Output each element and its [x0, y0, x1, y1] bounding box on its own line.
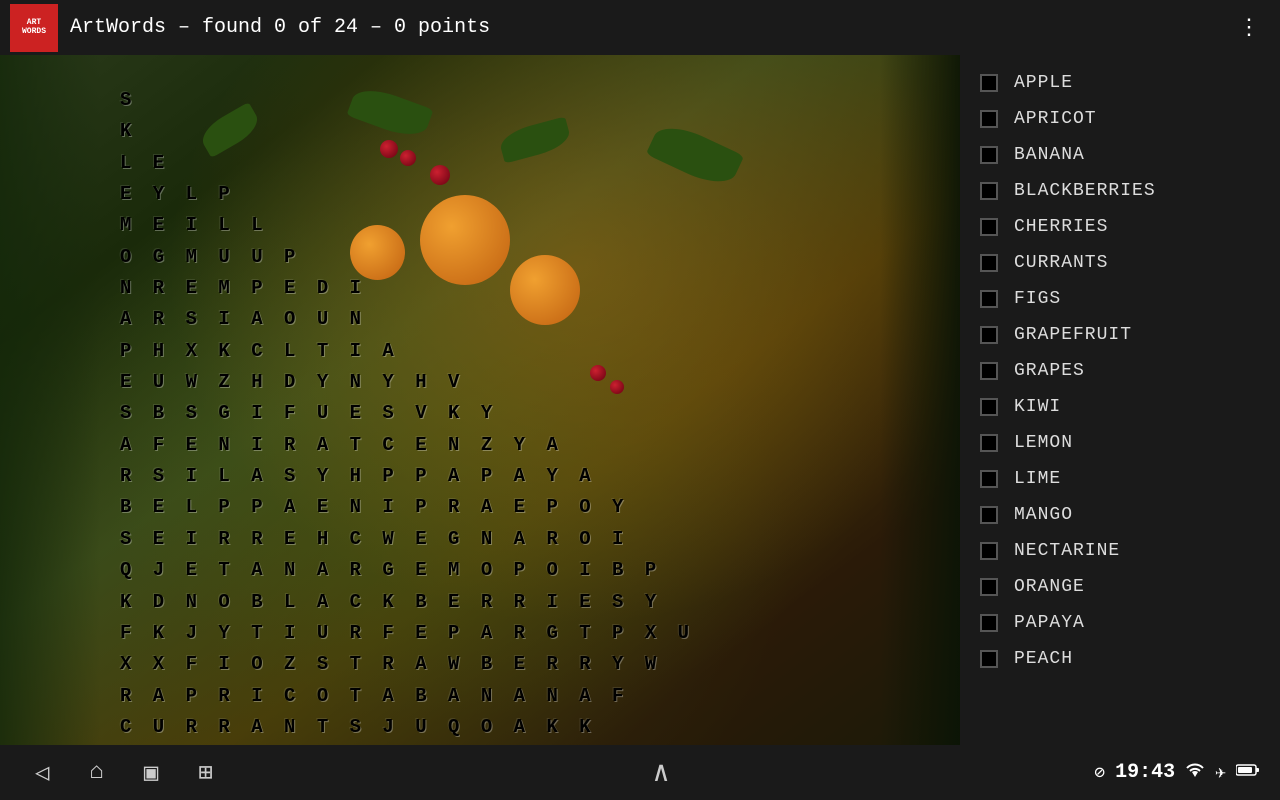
wordsearch-row[interactable]: Q J E T A N A R G E M O P O I B P	[120, 555, 694, 586]
wordsearch-row[interactable]: K	[120, 116, 694, 147]
grid-button[interactable]: ⊞	[183, 753, 227, 793]
game-area: SKL EE Y L PM E I L LO G M U U PN R E M …	[0, 55, 960, 770]
wordsearch-row[interactable]: E Y L P	[120, 179, 694, 210]
bottom-bar: ◁ ⌂ ▣ ⊞ ∧ ⊘ 19:43 ✈	[0, 745, 1280, 800]
word-item-nectarine[interactable]: NECTARINE	[960, 533, 1280, 569]
word-item-lemon[interactable]: LEMON	[960, 425, 1280, 461]
wordsearch-row[interactable]: E U W Z H D Y N Y H V	[120, 367, 694, 398]
app-logo: ARTWORDS	[10, 4, 58, 52]
wordsearch-row[interactable]: C U R R A N T S J U Q O A K K	[120, 712, 694, 743]
word-item-mango[interactable]: MANGO	[960, 497, 1280, 533]
word-item-grapes[interactable]: GRAPES	[960, 353, 1280, 389]
word-label-kiwi: KIWI	[1014, 397, 1061, 417]
status-bar-right: ⊘ 19:43 ✈	[1094, 761, 1260, 784]
word-label-figs: FIGS	[1014, 289, 1061, 309]
recents-button[interactable]: ▣	[129, 753, 173, 793]
wordsearch-row[interactable]: O G M U U P	[120, 242, 694, 273]
right-vine-decoration	[880, 55, 960, 770]
word-checkbox-currants[interactable]	[980, 254, 998, 272]
wordsearch-row[interactable]: A R S I A O U N	[120, 304, 694, 335]
word-checkbox-banana[interactable]	[980, 146, 998, 164]
word-checkbox-figs[interactable]	[980, 290, 998, 308]
nav-buttons: ◁ ⌂ ▣ ⊞	[20, 753, 228, 793]
wordsearch-row[interactable]: P H X K C L T I A	[120, 336, 694, 367]
wordsearch-row[interactable]: R A P R I C O T A B A N A N A F	[120, 681, 694, 712]
word-label-grapefruit: GRAPEFRUIT	[1014, 325, 1132, 345]
word-item-figs[interactable]: FIGS	[960, 281, 1280, 317]
wordsearch-row[interactable]: B E L P P A E N I P R A E P O Y	[120, 492, 694, 523]
word-checkbox-grapefruit[interactable]	[980, 326, 998, 344]
menu-button[interactable]: ⋮	[1228, 15, 1270, 41]
app-title: ArtWords – found 0 of 24 – 0 points	[70, 16, 1228, 39]
word-label-orange: ORANGE	[1014, 577, 1085, 597]
word-label-apple: APPLE	[1014, 73, 1073, 93]
word-item-apple[interactable]: APPLE	[960, 65, 1280, 101]
word-checkbox-grapes[interactable]	[980, 362, 998, 380]
word-checkbox-blackberries[interactable]	[980, 182, 998, 200]
scroll-up-button[interactable]: ∧	[638, 750, 685, 795]
time-display: 19:43	[1115, 761, 1175, 784]
word-item-grapefruit[interactable]: GRAPEFRUIT	[960, 317, 1280, 353]
wordsearch-row[interactable]: K D N O B L A C K B E R R I E S Y	[120, 587, 694, 618]
word-label-currants: CURRANTS	[1014, 253, 1108, 273]
word-label-papaya: PAPAYA	[1014, 613, 1085, 633]
word-item-currants[interactable]: CURRANTS	[960, 245, 1280, 281]
word-checkbox-kiwi[interactable]	[980, 398, 998, 416]
word-checkbox-mango[interactable]	[980, 506, 998, 524]
word-item-apricot[interactable]: APRICOT	[960, 101, 1280, 137]
word-item-orange[interactable]: ORANGE	[960, 569, 1280, 605]
wordsearch-row[interactable]: F K J Y T I U R F E P A R G T P X U	[120, 618, 694, 649]
word-checkbox-orange[interactable]	[980, 578, 998, 596]
wordsearch-row[interactable]: S B S G I F U E S V K Y	[120, 398, 694, 429]
word-item-cherries[interactable]: CHERRIES	[960, 209, 1280, 245]
word-list-panel: APPLE APRICOT BANANA BLACKBERRIES CHERRIES CU…	[960, 55, 1280, 770]
battery-icon	[1236, 763, 1260, 783]
word-label-grapes: GRAPES	[1014, 361, 1085, 381]
word-checkbox-lime[interactable]	[980, 470, 998, 488]
word-label-mango: MANGO	[1014, 505, 1073, 525]
word-label-nectarine: NECTARINE	[1014, 541, 1120, 561]
word-checkbox-apricot[interactable]	[980, 110, 998, 128]
word-label-banana: BANANA	[1014, 145, 1085, 165]
word-label-blackberries: BLACKBERRIES	[1014, 181, 1156, 201]
word-label-cherries: CHERRIES	[1014, 217, 1108, 237]
word-label-lemon: LEMON	[1014, 433, 1073, 453]
left-vine-decoration	[0, 55, 100, 770]
wordsearch-grid[interactable]: SKL EE Y L PM E I L LO G M U U PN R E M …	[120, 85, 694, 770]
no-signal-icon: ⊘	[1094, 762, 1105, 784]
home-button[interactable]: ⌂	[74, 754, 118, 791]
word-label-apricot: APRICOT	[1014, 109, 1097, 129]
word-checkbox-cherries[interactable]	[980, 218, 998, 236]
word-item-papaya[interactable]: PAPAYA	[960, 605, 1280, 641]
airplane-icon: ✈	[1215, 762, 1226, 784]
wordsearch-row[interactable]: S E I R R E H C W E G N A R O I	[120, 524, 694, 555]
wordsearch-row[interactable]: S	[120, 85, 694, 116]
word-label-lime: LIME	[1014, 469, 1061, 489]
word-checkbox-peach[interactable]	[980, 650, 998, 668]
word-item-kiwi[interactable]: KIWI	[960, 389, 1280, 425]
top-bar: ARTWORDS ArtWords – found 0 of 24 – 0 po…	[0, 0, 1280, 55]
back-button[interactable]: ◁	[20, 753, 64, 793]
word-checkbox-nectarine[interactable]	[980, 542, 998, 560]
wordsearch-row[interactable]: R S I L A S Y H P P A P A Y A	[120, 461, 694, 492]
word-label-peach: PEACH	[1014, 649, 1073, 669]
wifi-icon	[1185, 763, 1205, 782]
wordsearch-row[interactable]: X X F I O Z S T R A W B E R R Y W	[120, 649, 694, 680]
word-item-peach[interactable]: PEACH	[960, 641, 1280, 677]
word-checkbox-lemon[interactable]	[980, 434, 998, 452]
logo-text: ARTWORDS	[22, 19, 46, 37]
word-item-banana[interactable]: BANANA	[960, 137, 1280, 173]
word-item-lime[interactable]: LIME	[960, 461, 1280, 497]
word-checkbox-papaya[interactable]	[980, 614, 998, 632]
wordsearch-row[interactable]: L E	[120, 148, 694, 179]
word-item-blackberries[interactable]: BLACKBERRIES	[960, 173, 1280, 209]
wordsearch-row[interactable]: N R E M P E D I	[120, 273, 694, 304]
wordsearch-row[interactable]: M E I L L	[120, 210, 694, 241]
wordsearch-row[interactable]: A F E N I R A T C E N Z Y A	[120, 430, 694, 461]
bottom-center: ∧	[638, 750, 685, 795]
word-checkbox-apple[interactable]	[980, 74, 998, 92]
